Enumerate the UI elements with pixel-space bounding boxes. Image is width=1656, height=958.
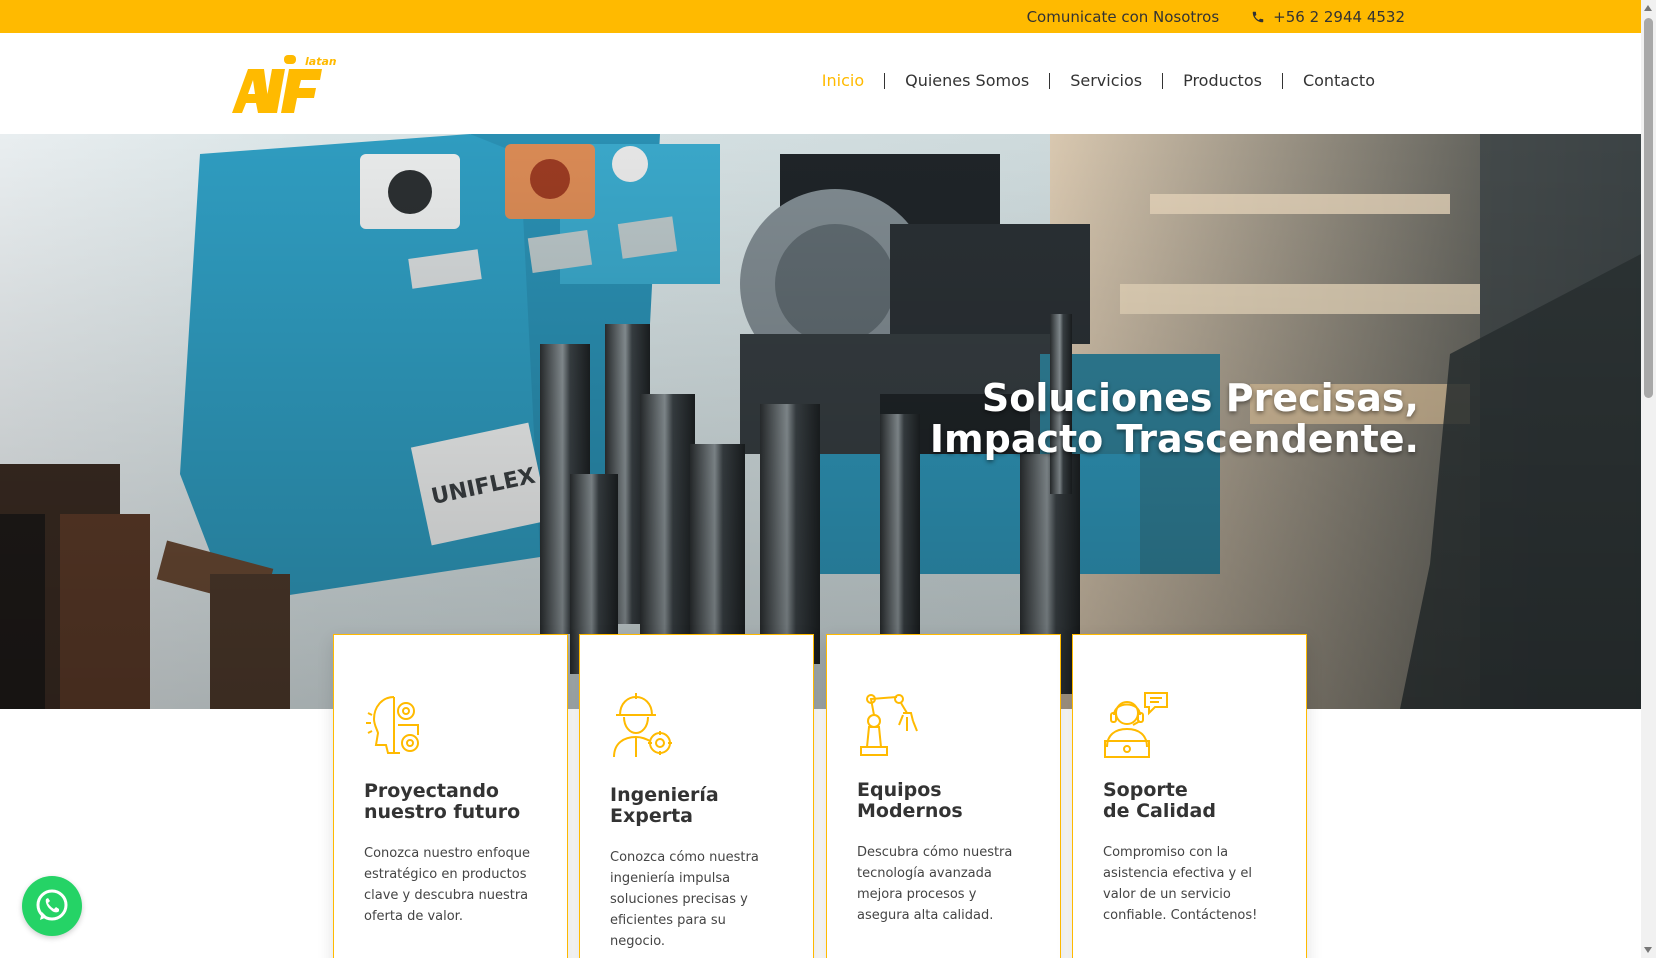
hero-title: Soluciones Precisas, Impacto Trascendent… [930,378,1419,460]
page: Comunicate con Nosotros +56 2 2944 4532 … [0,0,1656,958]
scroll-down-arrow-icon[interactable] [1644,947,1652,953]
card-title-line1: Soporte [1103,779,1188,801]
card-title: Equipos Modernos [857,780,1047,822]
card-description: Conozca cómo nuestra ingeniería impulsa … [610,850,759,949]
feature-card-equipos[interactable]: Equipos Modernos Descubra cómo nuestra t… [826,634,1061,958]
main-nav: Inicio Quienes Somos Servicios Productos… [802,71,1395,90]
nav-item-inicio[interactable]: Inicio [802,71,884,90]
feature-card-soporte[interactable]: Soporte de Calidad Compromiso con la asi… [1072,634,1307,958]
page-scrollbar[interactable] [1641,0,1656,958]
engineer-helmet-gear-icon [613,693,672,758]
nav-item-contacto[interactable]: Contacto [1283,71,1395,90]
hero-title-line2: Impacto Trascendente. [929,417,1419,461]
whatsapp-icon [36,889,68,921]
aif-latam-logo[interactable]: latam [230,53,336,115]
card-title-line1: Equipos [857,779,942,801]
hero-title-line1: Soluciones Precisas, [981,376,1419,420]
card-title-line1: Proyectando [364,780,499,802]
phone-number: +56 2 2944 4532 [1273,7,1405,26]
nav-item-productos[interactable]: Productos [1163,71,1282,90]
nav-item-servicios[interactable]: Servicios [1050,71,1162,90]
card-title: Proyectando nuestro futuro [364,781,554,823]
top-bar: Comunicate con Nosotros +56 2 2944 4532 [0,0,1641,33]
phone-icon [1252,11,1264,22]
strategy-head-gears-icon [366,696,419,754]
card-title-line2: nuestro futuro [364,801,521,823]
phone-link[interactable]: +56 2 2944 4532 [1251,8,1405,26]
support-agent-headset-icon [1104,692,1168,758]
svg-text:latam: latam [305,55,336,68]
card-description: Compromiso con la asistencia efectiva y … [1103,845,1258,923]
card-title: Soporte de Calidad [1103,780,1293,822]
scroll-up-arrow-icon[interactable] [1644,5,1652,11]
card-title-line2: de Calidad [1103,800,1216,822]
scroll-thumb[interactable] [1644,18,1653,398]
card-title-line1: Ingeniería [610,784,719,806]
whatsapp-button[interactable] [22,876,82,936]
card-description: Descubra cómo nuestra tecnología avanzad… [857,845,1013,923]
card-description: Conozca nuestro enfoque estratégico en p… [364,846,531,924]
hero-banner: UNIFLEX Soluciones Precisas, Impacto Tra… [0,134,1641,709]
contact-link[interactable]: Comunicate con Nosotros [1027,8,1220,26]
robotic-arm-icon [860,694,918,756]
card-title-line2: Modernos [857,800,963,822]
card-title-line2: Experta [610,805,693,827]
site-header: latam Inicio Quienes Somos Servicios Pro… [0,33,1641,134]
feature-card-ingenieria[interactable]: Ingeniería Experta Conozca cómo nuestra … [579,634,814,958]
feature-card-proyectando[interactable]: Proyectando nuestro futuro Conozca nuest… [333,634,568,958]
card-title: Ingeniería Experta [610,785,800,827]
nav-item-quienes-somos[interactable]: Quienes Somos [885,71,1049,90]
